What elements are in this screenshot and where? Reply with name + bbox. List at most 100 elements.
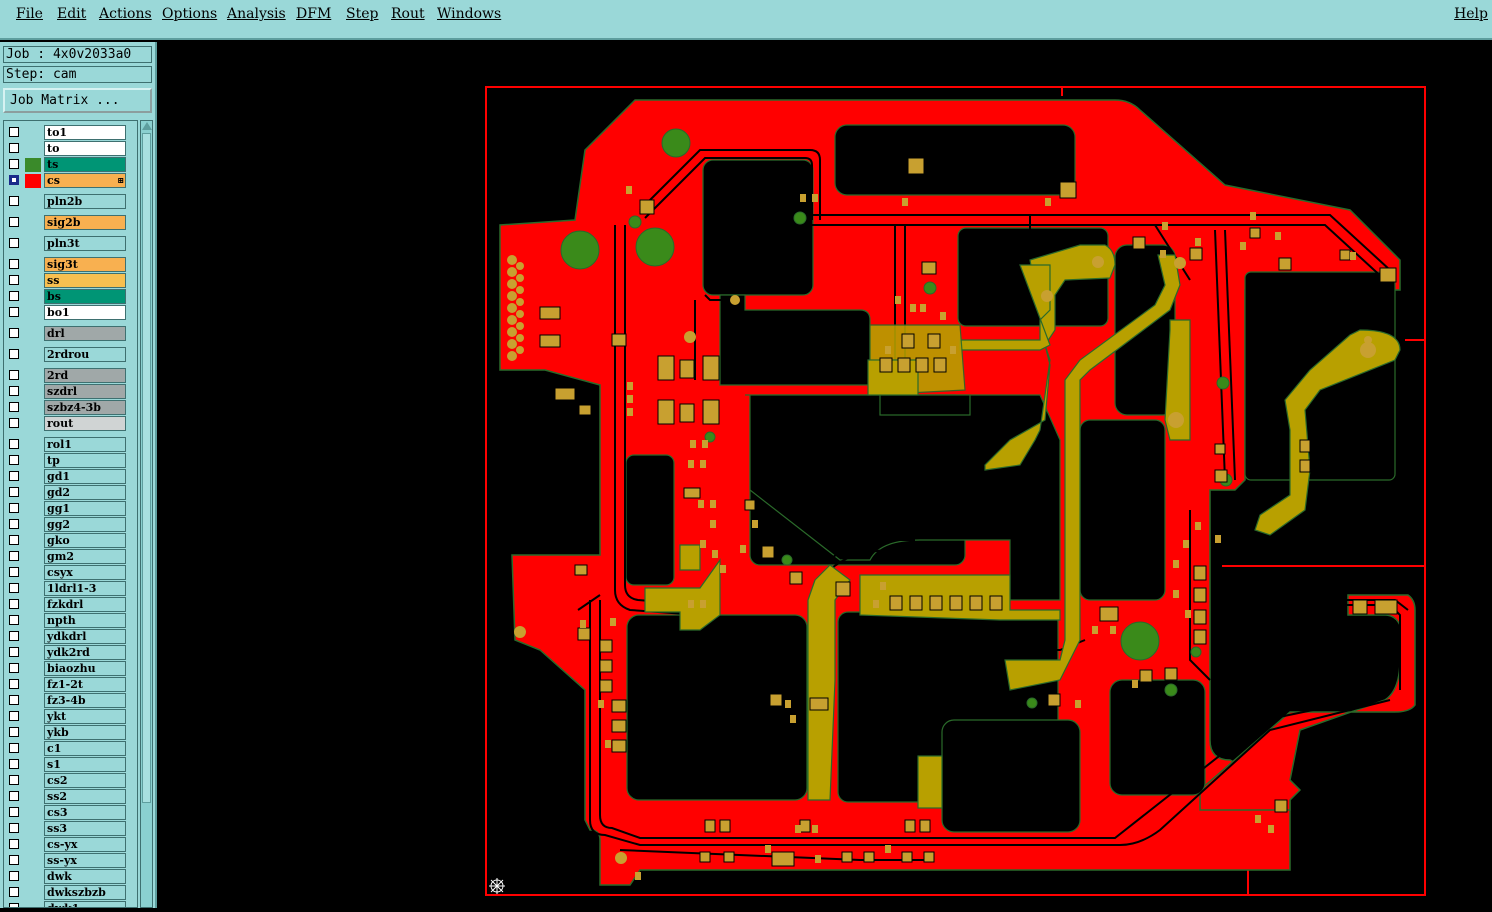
layer-color-swatch[interactable]	[25, 758, 41, 772]
layer-row[interactable]: gd1	[6, 469, 136, 485]
menu-windows[interactable]: Windows	[437, 6, 501, 22]
layer-row[interactable]: npth	[6, 613, 136, 629]
layer-name[interactable]: drl	[44, 326, 126, 341]
layer-name[interactable]: sig3t	[44, 257, 126, 272]
layer-color-swatch[interactable]	[25, 385, 41, 399]
layer-row[interactable]: fzkdrl	[6, 597, 136, 613]
layer-row[interactable]: sig3t	[6, 257, 136, 273]
layer-name[interactable]: ss-yx	[44, 853, 126, 868]
layer-checkbox[interactable]	[9, 535, 19, 545]
layer-checkbox[interactable]	[9, 519, 19, 529]
layer-row[interactable]: biaozhu	[6, 661, 136, 677]
layer-row[interactable]: rol1	[6, 437, 136, 453]
job-matrix-button[interactable]: Job Matrix ...	[3, 88, 152, 113]
layer-row[interactable]: gko	[6, 533, 136, 549]
layer-name[interactable]: ss	[44, 273, 126, 288]
layer-color-swatch[interactable]	[25, 195, 41, 209]
layer-color-swatch[interactable]	[25, 806, 41, 820]
layer-row[interactable]: szdrl	[6, 384, 136, 400]
layer-checkbox[interactable]	[9, 259, 19, 269]
layer-row[interactable]: bs	[6, 289, 136, 305]
layer-checkbox[interactable]	[9, 775, 19, 785]
layer-color-swatch[interactable]	[25, 902, 41, 907]
layer-name[interactable]: fz3-4b	[44, 693, 126, 708]
layer-name[interactable]: szdrl	[44, 384, 126, 399]
layer-name[interactable]: cs ⊞	[44, 173, 126, 188]
layer-color-swatch[interactable]	[25, 694, 41, 708]
layer-checkbox[interactable]	[9, 291, 19, 301]
layer-name[interactable]: to	[44, 141, 126, 156]
layer-checkbox[interactable]	[9, 196, 19, 206]
layer-color-swatch[interactable]	[25, 158, 41, 172]
layer-color-swatch[interactable]	[25, 348, 41, 362]
layer-row[interactable]: ss3	[6, 821, 136, 837]
layer-row[interactable]: cs-yx	[6, 837, 136, 853]
layer-row[interactable]: to1	[6, 125, 136, 141]
layer-checkbox[interactable]	[9, 386, 19, 396]
layer-row[interactable]: gg1	[6, 501, 136, 517]
layer-row[interactable]: c1	[6, 741, 136, 757]
layer-row[interactable]: 2rdrou	[6, 347, 136, 363]
layer-color-swatch[interactable]	[25, 630, 41, 644]
layer-row[interactable]: ss	[6, 273, 136, 289]
layer-name[interactable]: gm2	[44, 549, 126, 564]
layer-color-swatch[interactable]	[25, 566, 41, 580]
layer-row[interactable]: gg2	[6, 517, 136, 533]
menu-rout[interactable]: Rout	[391, 6, 425, 22]
layer-checkbox[interactable]	[9, 807, 19, 817]
layer-row[interactable]: 1ldrl1-3	[6, 581, 136, 597]
layer-row[interactable]: ykt	[6, 709, 136, 725]
layer-name[interactable]: to1	[44, 125, 126, 140]
layer-checkbox[interactable]	[9, 349, 19, 359]
layer-checkbox[interactable]	[9, 615, 19, 625]
layer-row[interactable]: to	[6, 141, 136, 157]
menu-step[interactable]: Step	[346, 6, 378, 22]
layer-name[interactable]: ykt	[44, 709, 126, 724]
layer-checkbox[interactable]	[9, 487, 19, 497]
layer-checkbox[interactable]	[9, 238, 19, 248]
layer-row[interactable]: ss2	[6, 789, 136, 805]
layer-color-swatch[interactable]	[25, 401, 41, 415]
layer-color-swatch[interactable]	[25, 742, 41, 756]
layer-name[interactable]: bo1	[44, 305, 126, 320]
layer-color-swatch[interactable]	[25, 598, 41, 612]
layer-checkbox[interactable]	[9, 583, 19, 593]
layer-checkbox[interactable]	[9, 127, 19, 137]
layer-color-swatch[interactable]	[25, 774, 41, 788]
layer-checkbox[interactable]	[9, 855, 19, 865]
layer-color-swatch[interactable]	[25, 142, 41, 156]
layer-color-swatch[interactable]	[25, 327, 41, 341]
layer-color-swatch[interactable]	[25, 502, 41, 516]
layer-checkbox[interactable]	[9, 217, 19, 227]
layer-checkbox[interactable]	[9, 143, 19, 153]
layer-row[interactable]: ss-yx	[6, 853, 136, 869]
layer-name[interactable]: biaozhu	[44, 661, 126, 676]
layer-name[interactable]: s1	[44, 757, 126, 772]
layer-checkbox[interactable]	[9, 679, 19, 689]
menu-actions[interactable]: Actions	[99, 6, 152, 22]
layer-checkbox[interactable]	[9, 631, 19, 641]
layer-name[interactable]: fzkdrl	[44, 597, 126, 612]
layer-checkbox[interactable]	[9, 328, 19, 338]
layer-name[interactable]: gd2	[44, 485, 126, 500]
layer-row[interactable]: pln2b	[6, 194, 136, 210]
layer-color-swatch[interactable]	[25, 290, 41, 304]
layer-row[interactable]: drl	[6, 326, 136, 342]
menu-analysis[interactable]: Analysis	[227, 6, 286, 22]
layer-color-swatch[interactable]	[25, 614, 41, 628]
layer-row[interactable]: fz1-2t	[6, 677, 136, 693]
layer-row[interactable]: sig2b	[6, 215, 136, 231]
layer-color-swatch[interactable]	[25, 306, 41, 320]
layer-row[interactable]: pln3t	[6, 236, 136, 252]
layer-checkbox[interactable]	[9, 727, 19, 737]
layer-checkbox[interactable]	[9, 307, 19, 317]
layer-checkbox[interactable]	[9, 871, 19, 881]
layer-color-swatch[interactable]	[25, 582, 41, 596]
layer-row[interactable]: rout	[6, 416, 136, 432]
layer-color-swatch[interactable]	[25, 550, 41, 564]
layer-name[interactable]: cs-yx	[44, 837, 126, 852]
layer-row[interactable]: cs ⊞	[6, 173, 136, 189]
layer-checkbox[interactable]	[9, 839, 19, 849]
layer-name[interactable]: rol1	[44, 437, 126, 452]
layer-checkbox[interactable]	[9, 647, 19, 657]
